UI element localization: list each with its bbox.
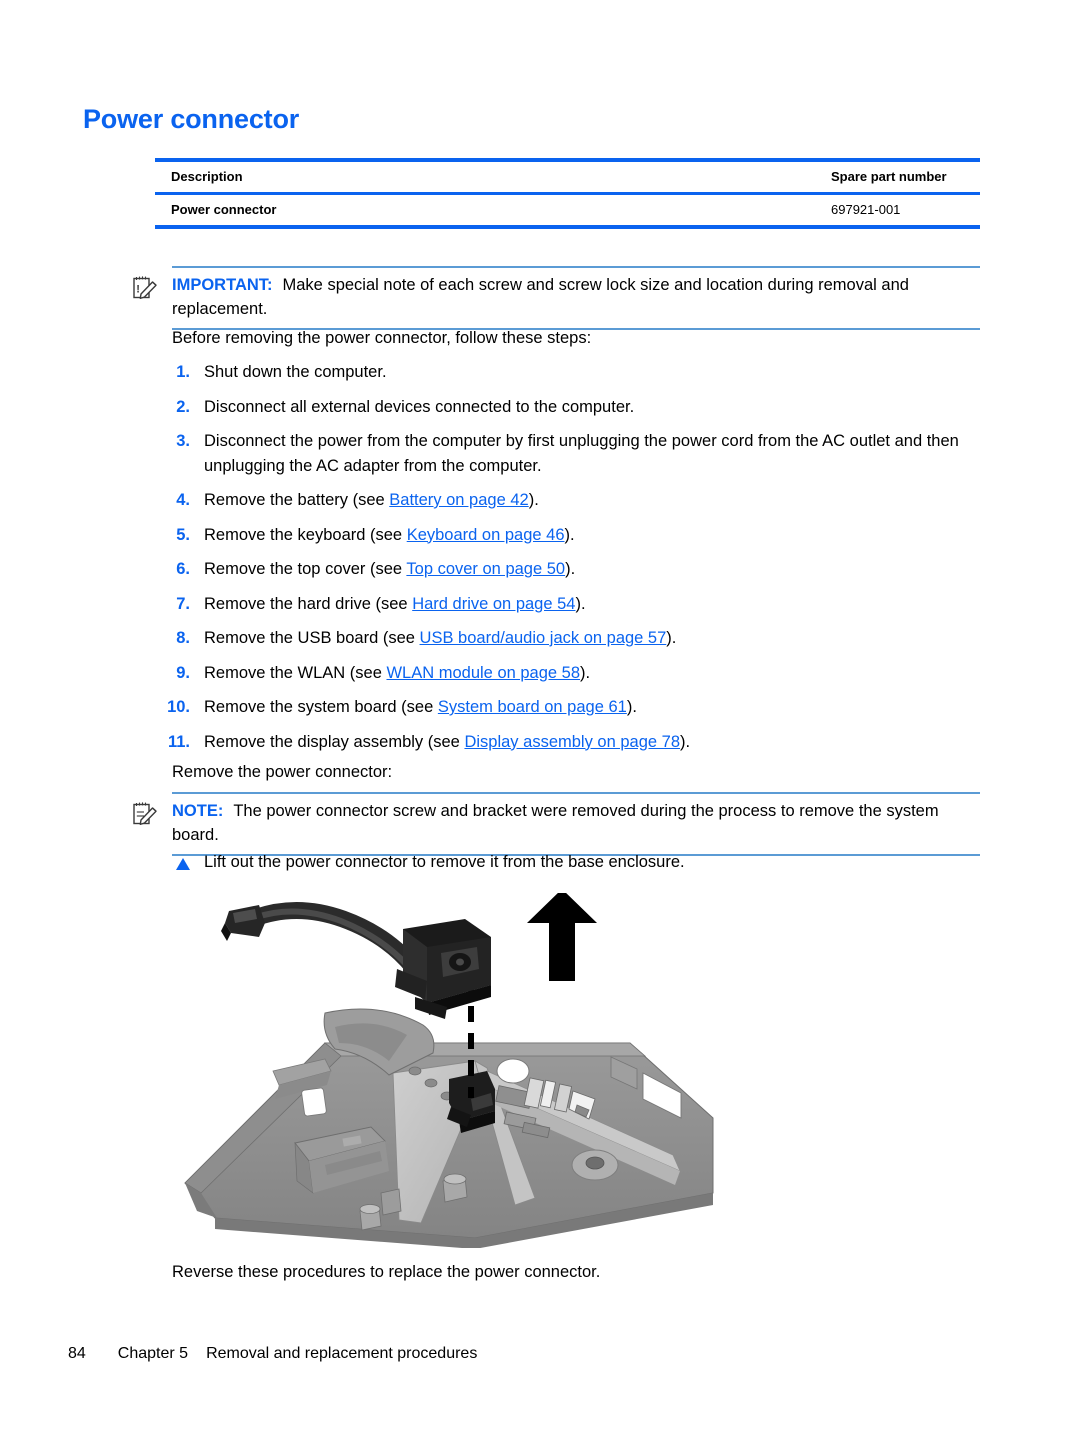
table-header-row: Description Spare part number bbox=[155, 158, 980, 195]
step-number: 1. bbox=[176, 363, 190, 381]
reverse-paragraph: Reverse these procedures to replace the … bbox=[172, 1263, 601, 1281]
step-number: 5. bbox=[176, 525, 190, 544]
list-item: 10. Remove the system board (see System … bbox=[160, 695, 990, 720]
note-callout: NOTE: The power connector screw and brack… bbox=[133, 792, 980, 856]
step-text-prefix: Remove the system board (see bbox=[204, 698, 438, 716]
page-title: Power connector bbox=[83, 104, 300, 134]
step-text: Remove the battery (see Battery on page … bbox=[204, 488, 990, 513]
cross-reference-link[interactable]: System board on page 61 bbox=[438, 698, 627, 716]
action-item: Lift out the power connector to remove i… bbox=[160, 850, 990, 874]
step-number: 11. bbox=[167, 732, 190, 751]
step-text-suffix: ). bbox=[680, 732, 691, 751]
notepad-pencil-icon bbox=[132, 800, 160, 828]
action-text: Lift out the power connector to remove i… bbox=[204, 853, 685, 871]
list-item: 9. Remove the WLAN (see WLAN module on p… bbox=[160, 661, 990, 686]
note-text: The power connector screw and bracket we… bbox=[172, 802, 939, 844]
step-text-prefix: Remove the display assembly (see bbox=[204, 732, 465, 751]
important-callout: ! IMPORTANT: Make special note of each sc… bbox=[133, 266, 980, 330]
cross-reference-link[interactable]: Hard drive on page 54 bbox=[412, 595, 575, 613]
step-number: 3. bbox=[176, 432, 190, 450]
spare-part-table: Description Spare part number Power conn… bbox=[155, 158, 980, 229]
step-text-prefix: Remove the keyboard (see bbox=[204, 525, 407, 544]
step-text-prefix: Remove the USB board (see bbox=[204, 629, 420, 647]
list-item: 1. Shut down the computer. bbox=[160, 360, 990, 385]
svg-text:!: ! bbox=[136, 284, 140, 296]
list-item: 6. Remove the top cover (see Top cover o… bbox=[160, 557, 990, 582]
step-number: 4. bbox=[176, 491, 190, 509]
step-number: 7. bbox=[176, 594, 190, 613]
step-text-suffix: ). bbox=[564, 525, 575, 544]
note-label: NOTE: bbox=[172, 802, 224, 820]
cross-reference-link[interactable]: Display assembly on page 78 bbox=[464, 733, 680, 751]
important-label: IMPORTANT: bbox=[172, 276, 273, 294]
procedure-step-list: 1. Shut down the computer. 2. Disconnect… bbox=[160, 360, 990, 764]
list-item: 7. Remove the hard drive (see Hard drive… bbox=[160, 592, 990, 617]
list-item: 4. Remove the battery (see Battery on pa… bbox=[160, 488, 990, 513]
cross-reference-link[interactable]: USB board/audio jack on page 57 bbox=[420, 629, 667, 647]
step-text: Disconnect the power from the computer b… bbox=[204, 432, 959, 475]
step-text-suffix: ). bbox=[626, 698, 637, 716]
step-text: Remove the WLAN (see WLAN module on page… bbox=[204, 661, 990, 686]
step-text-prefix: Remove the WLAN (see bbox=[204, 663, 387, 682]
list-item: 3. Disconnect the power from the compute… bbox=[160, 429, 990, 478]
cell-description: Power connector bbox=[155, 193, 815, 229]
step-text: Remove the top cover (see Top cover on p… bbox=[204, 557, 990, 582]
power-connector-illustration: Exploded view illustration: power connec… bbox=[175, 893, 720, 1248]
step-text-prefix: Remove the hard drive (see bbox=[204, 594, 413, 613]
step-text: Remove the keyboard (see Keyboard on pag… bbox=[204, 523, 990, 548]
step-text-prefix: Remove the top cover (see bbox=[204, 560, 407, 578]
step-number: 2. bbox=[176, 397, 190, 416]
remove-lead-paragraph: Remove the power connector: bbox=[172, 763, 393, 781]
column-header-spare-part-number: Spare part number bbox=[815, 158, 980, 195]
notepad-pencil-icon: ! bbox=[132, 274, 160, 302]
column-header-description: Description bbox=[155, 158, 815, 195]
step-number: 8. bbox=[176, 629, 190, 647]
list-item: 11. Remove the display assembly (see Dis… bbox=[160, 730, 990, 755]
step-text-suffix: ). bbox=[580, 663, 591, 682]
triangle-bullet-icon bbox=[160, 850, 204, 874]
step-text-suffix: ). bbox=[565, 560, 576, 578]
page-footer: 84 Chapter 5 Removal and replacement proce… bbox=[68, 1345, 477, 1363]
step-text: Remove the USB board (see USB board/audi… bbox=[204, 626, 990, 651]
step-number: 9. bbox=[176, 663, 190, 682]
footer-chapter: Chapter 5 bbox=[117, 1345, 189, 1362]
step-text-suffix: ). bbox=[528, 491, 539, 509]
document-page: Power connector Description Spare part n… bbox=[0, 0, 1080, 1437]
step-text-suffix: ). bbox=[575, 594, 586, 613]
list-item: 5. Remove the keyboard (see Keyboard on … bbox=[160, 523, 990, 548]
step-text-prefix: Remove the battery (see bbox=[204, 491, 390, 509]
cross-reference-link[interactable]: Keyboard on page 46 bbox=[407, 526, 565, 544]
cross-reference-link[interactable]: WLAN module on page 58 bbox=[386, 664, 580, 682]
intro-paragraph: Before removing the power connector, fol… bbox=[172, 329, 592, 347]
list-item: 2. Disconnect all external devices conne… bbox=[160, 395, 990, 420]
step-text: Remove the system board (see System boar… bbox=[204, 695, 990, 720]
list-item: 8. Remove the USB board (see USB board/a… bbox=[160, 626, 990, 651]
important-text: Make special note of each screw and scre… bbox=[172, 276, 909, 318]
step-text: Shut down the computer. bbox=[204, 363, 387, 381]
step-text-suffix: ). bbox=[666, 629, 677, 647]
step-number: 10. bbox=[167, 698, 190, 716]
cell-spare-part-number: 697921-001 bbox=[815, 193, 980, 229]
cross-reference-link[interactable]: Battery on page 42 bbox=[389, 491, 528, 509]
step-text: Remove the display assembly (see Display… bbox=[204, 730, 990, 755]
footer-chapter-title: Removal and replacement procedures bbox=[206, 1345, 478, 1362]
step-text: Remove the hard drive (see Hard drive on… bbox=[204, 592, 990, 617]
step-number: 6. bbox=[176, 560, 190, 578]
step-text: Disconnect all external devices connecte… bbox=[204, 397, 635, 416]
table-row: Power connector 697921-001 bbox=[155, 193, 980, 229]
footer-page-number: 84 bbox=[68, 1345, 86, 1362]
cross-reference-link[interactable]: Top cover on page 50 bbox=[406, 560, 565, 578]
